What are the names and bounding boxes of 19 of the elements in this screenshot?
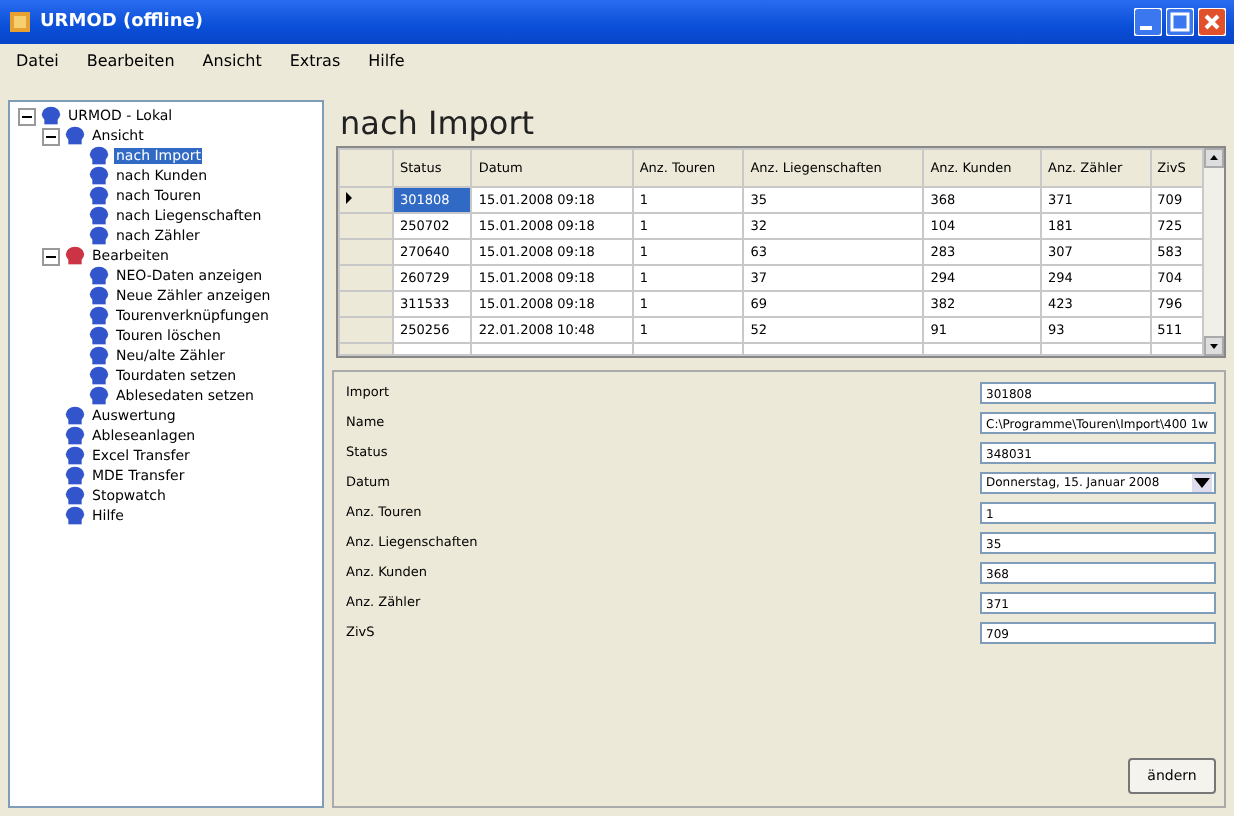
menu-item[interactable]: Extras [289, 51, 341, 69]
menu-item[interactable]: Datei [16, 51, 59, 69]
menu-item[interactable]: Hilfe [368, 51, 405, 69]
dropdown-arrow-icon[interactable] [1192, 473, 1212, 492]
close-icon[interactable] [1198, 8, 1226, 36]
menu-item[interactable]: Ansicht [202, 51, 262, 69]
expander-icon[interactable] [42, 127, 60, 145]
minimize-icon[interactable] [1134, 8, 1162, 36]
menu-item[interactable]: Bearbeiten [86, 51, 175, 69]
expander-icon[interactable] [42, 247, 60, 265]
maximize-icon[interactable] [1166, 8, 1194, 36]
view-title: nach Import [338, 102, 537, 146]
row-header[interactable] [339, 187, 393, 213]
app-icon [8, 10, 32, 34]
expander-icon[interactable] [18, 107, 36, 125]
scroll-down-icon[interactable] [1204, 336, 1224, 356]
scroll-up-icon[interactable] [1204, 148, 1224, 168]
window-title: URMOD (offline) [40, 12, 206, 32]
scrollbar[interactable] [1204, 148, 1224, 356]
